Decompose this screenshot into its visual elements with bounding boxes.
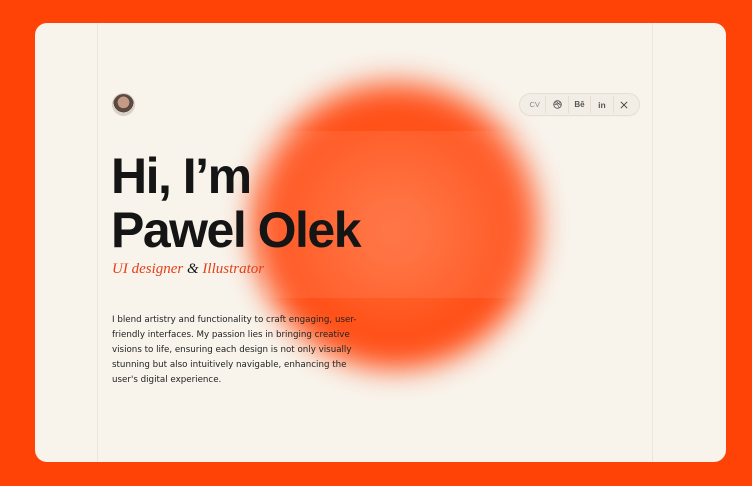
dribbble-icon	[552, 100, 562, 109]
social-links-bar: CV Bē in	[520, 94, 639, 115]
dribbble-link[interactable]	[546, 96, 569, 113]
x-link[interactable]	[614, 96, 635, 113]
x-icon	[620, 100, 628, 109]
layout-guide-left	[97, 23, 98, 462]
portfolio-card: CV Bē in Hi, I’m Pawel Olek UI designer …	[35, 23, 726, 462]
bio-paragraph: I blend artistry and functionality to cr…	[112, 315, 357, 385]
page-title: Hi, I’m Pawel Olek	[111, 148, 362, 258]
layout-guide-right	[652, 23, 653, 462]
role-ui-designer: UI designer	[112, 261, 184, 277]
linkedin-link[interactable]: in	[591, 96, 614, 113]
avatar[interactable]	[113, 94, 134, 115]
role-illustrator: Illustrator	[202, 261, 265, 277]
greeting-line: Hi, I’m	[111, 148, 252, 204]
ampersand: &	[187, 261, 199, 277]
behance-link[interactable]: Bē	[569, 96, 592, 113]
role-tagline: UI designer & Illustrator	[112, 261, 264, 278]
name-line: Pawel Olek	[111, 202, 362, 258]
cv-link[interactable]: CV	[524, 96, 547, 113]
